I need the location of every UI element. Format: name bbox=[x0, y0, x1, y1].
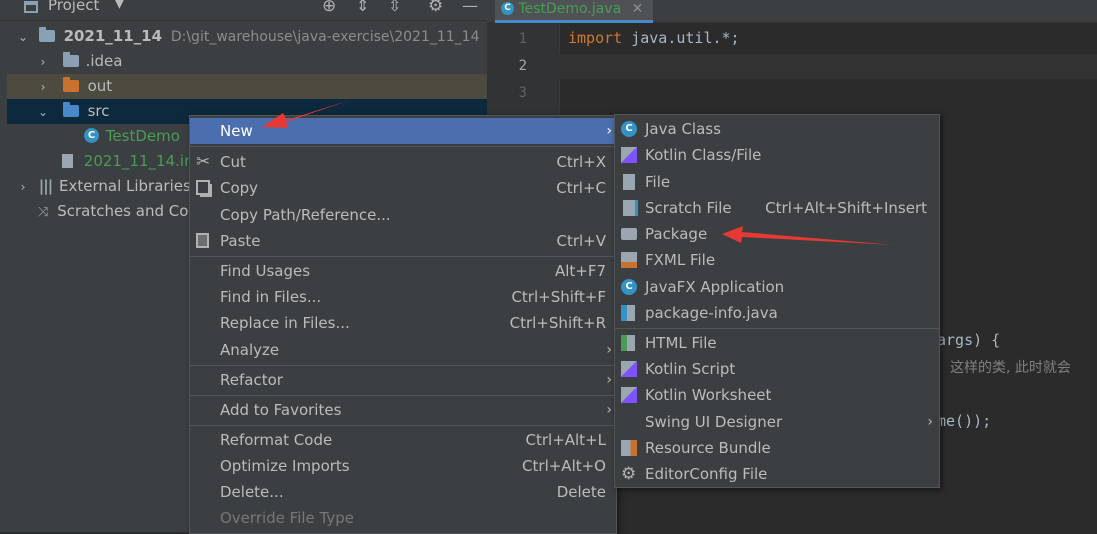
annotation-arrow-new bbox=[262, 100, 350, 128]
annotation-arrows bbox=[262, 100, 895, 245]
annotation-arrow-package bbox=[722, 226, 895, 245]
